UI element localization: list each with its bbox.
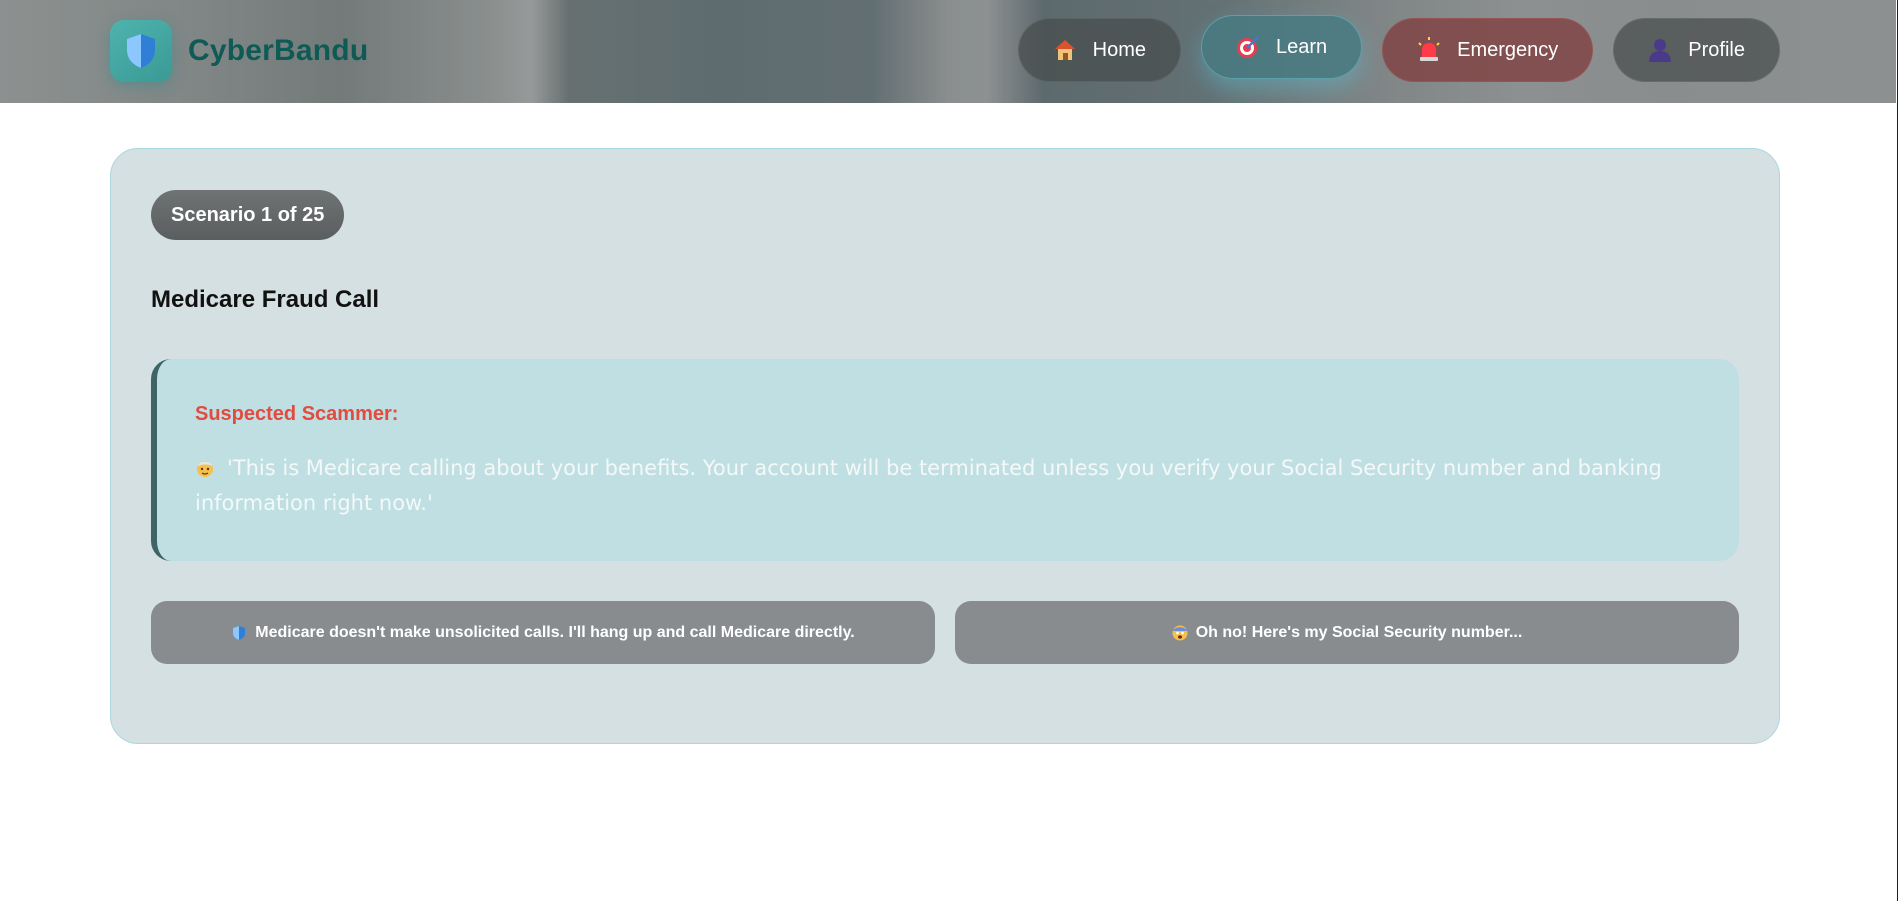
scared-face-icon [1172, 625, 1188, 641]
unsafe-answer-label: Oh no! Here's my Social Security number.… [1195, 623, 1523, 641]
scenario-progress-badge: Scenario 1 of 25 [151, 190, 345, 240]
nav-home-label: Home [1092, 38, 1146, 61]
nav-learn-label: Learn [1275, 35, 1328, 58]
scenario-card: Scenario 1 of 25 Medicare Fraud Call Sus… [110, 148, 1780, 744]
page: CyberBandu Home Learn Emergency Profile … [0, 0, 1898, 901]
house-icon [1051, 36, 1079, 64]
scammer-quote: 'This is Medicare calling about your ben… [195, 451, 1705, 521]
top-navbar: CyberBandu Home Learn Emergency Profile [0, 0, 1896, 103]
safe-answer-label: Medicare doesn't make unsolicited calls.… [255, 623, 855, 641]
brand-name: CyberBandu [188, 34, 369, 67]
nav-profile-label: Profile [1688, 38, 1745, 61]
shield-icon [231, 625, 247, 641]
speaker-label: Suspected Scammer: [195, 403, 399, 425]
scammer-dialogue: Suspected Scammer: 'This is Medicare cal… [151, 359, 1739, 561]
brand[interactable]: CyberBandu [110, 20, 368, 82]
answer-choices: Medicare doesn't make unsolicited calls.… [151, 601, 1739, 664]
nav-emergency-label: Emergency [1457, 38, 1559, 61]
nav-home-button[interactable]: Home [1017, 18, 1181, 82]
nav-learn-button[interactable]: Learn [1200, 15, 1363, 79]
main-nav: Home Learn Emergency Profile [1017, 15, 1780, 82]
person-icon [1646, 36, 1674, 64]
nav-emergency-button[interactable]: Emergency [1382, 18, 1594, 82]
older-person-icon [195, 454, 215, 477]
safe-answer-button[interactable]: Medicare doesn't make unsolicited calls.… [151, 601, 935, 664]
shield-icon [110, 20, 172, 82]
target-icon [1234, 33, 1262, 61]
siren-icon [1415, 36, 1443, 64]
unsafe-answer-button[interactable]: Oh no! Here's my Social Security number.… [955, 601, 1739, 664]
scammer-quote-text: 'This is Medicare calling about your ben… [195, 456, 1662, 515]
scenario-title: Medicare Fraud Call [151, 286, 380, 313]
nav-profile-button[interactable]: Profile [1613, 18, 1780, 82]
